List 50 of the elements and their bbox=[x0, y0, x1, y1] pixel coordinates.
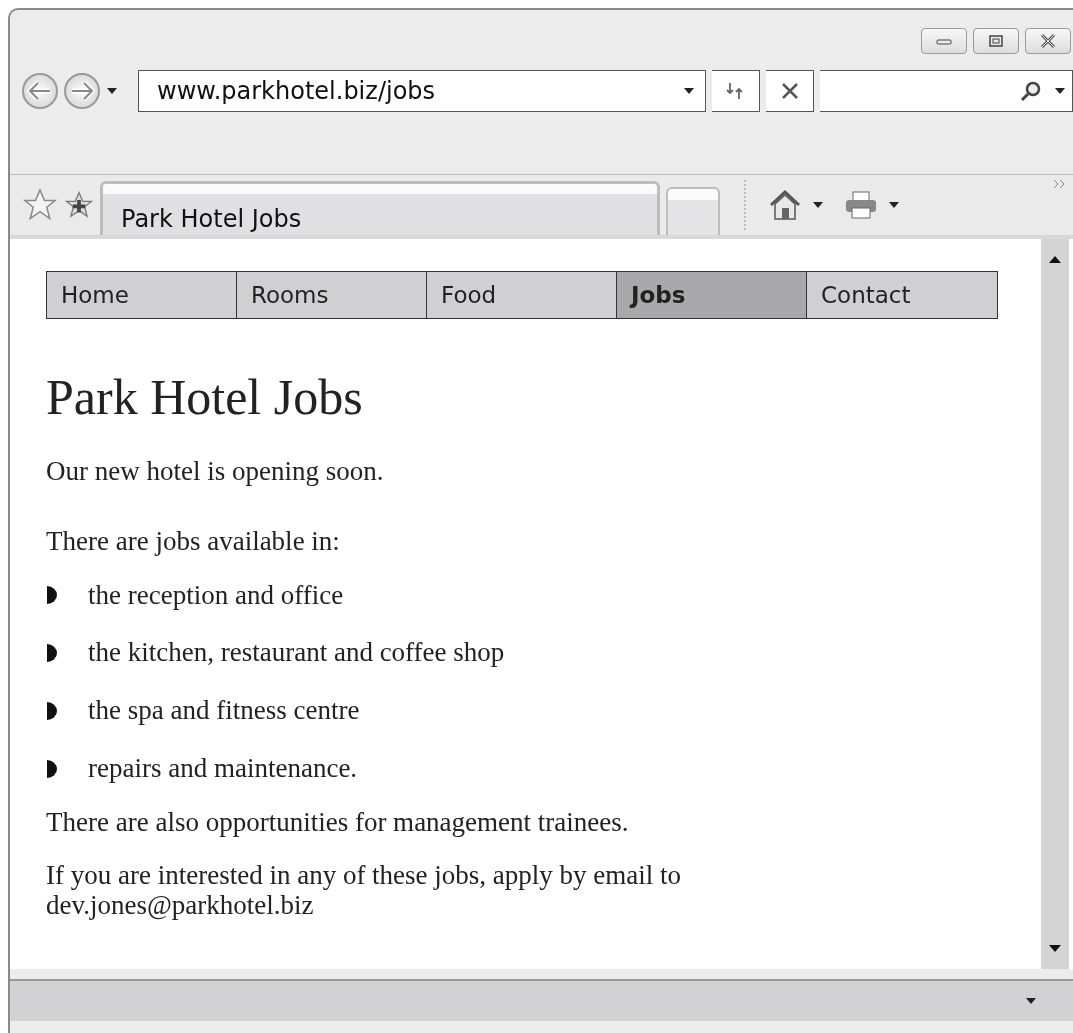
history-caret-icon[interactable] bbox=[106, 87, 118, 95]
maximize-icon[interactable] bbox=[988, 34, 1004, 48]
minimize-button[interactable] bbox=[921, 28, 967, 54]
scrollbar[interactable] bbox=[1041, 239, 1069, 969]
scroll-up-icon[interactable] bbox=[1048, 255, 1062, 264]
caret-icon[interactable] bbox=[683, 87, 695, 95]
list-intro-text: There are jobs available in: bbox=[46, 524, 341, 558]
minimize-icon[interactable] bbox=[936, 37, 952, 45]
bullet-icon bbox=[46, 585, 58, 606]
chevron-icon[interactable] bbox=[1053, 179, 1067, 189]
list-item-text: the kitchen, restaurant and coffee shop bbox=[88, 636, 505, 670]
search-field[interactable] bbox=[820, 70, 1073, 112]
stop-button[interactable] bbox=[766, 70, 814, 112]
back-button[interactable] bbox=[22, 73, 58, 109]
close-icon[interactable] bbox=[1039, 33, 1057, 49]
maximize-button[interactable] bbox=[973, 28, 1019, 54]
apply-text: If you are interested in any of these jobs, apply by email to bbox=[46, 861, 683, 890]
home-icon[interactable] bbox=[768, 189, 802, 221]
menu-item[interactable]: Contact bbox=[807, 272, 997, 318]
forward-button[interactable] bbox=[64, 73, 100, 109]
status-caret-icon[interactable] bbox=[1025, 997, 1037, 1005]
list-item-text: repairs and maintenance. bbox=[88, 751, 358, 785]
stop-icon[interactable] bbox=[779, 81, 800, 101]
page-heading: Park Hotel Jobs bbox=[46, 368, 364, 427]
list-item-text: the spa and fitness centre bbox=[88, 694, 360, 727]
search-icon[interactable] bbox=[1020, 80, 1042, 102]
star-icon[interactable] bbox=[22, 187, 58, 223]
caret-icon[interactable] bbox=[1054, 87, 1066, 95]
menu-item[interactable]: Rooms bbox=[237, 272, 427, 318]
refresh-button[interactable] bbox=[712, 70, 760, 112]
menu-item[interactable]: Food bbox=[427, 272, 617, 318]
bullet-icon bbox=[46, 700, 58, 721]
print-caret-icon[interactable] bbox=[888, 201, 900, 209]
forward-arrow-icon[interactable] bbox=[69, 80, 95, 102]
bullet-icon bbox=[46, 643, 58, 664]
home-caret-icon[interactable] bbox=[812, 201, 824, 209]
address-field[interactable]: www.parkhotel.biz/jobs bbox=[138, 70, 706, 112]
list-item-text: the reception and office bbox=[88, 578, 344, 612]
printer-icon[interactable] bbox=[844, 190, 878, 220]
menu-item[interactable]: Jobs bbox=[617, 272, 807, 318]
email-text: dev.jones@parkhotel.biz bbox=[46, 889, 314, 921]
back-arrow-icon[interactable] bbox=[27, 80, 53, 102]
close-button[interactable] bbox=[1025, 28, 1071, 54]
add-favorite-icon[interactable] bbox=[64, 190, 94, 220]
bullet-icon bbox=[46, 758, 58, 779]
menu-item[interactable]: Home bbox=[47, 272, 237, 318]
trainees-text: There are also opportunities for management trainees. bbox=[46, 805, 630, 839]
intro-text: Our new hotel is opening soon. bbox=[46, 455, 385, 488]
scroll-down-icon[interactable] bbox=[1048, 944, 1062, 953]
browser-tab[interactable]: Park Hotel Jobs bbox=[100, 181, 660, 235]
